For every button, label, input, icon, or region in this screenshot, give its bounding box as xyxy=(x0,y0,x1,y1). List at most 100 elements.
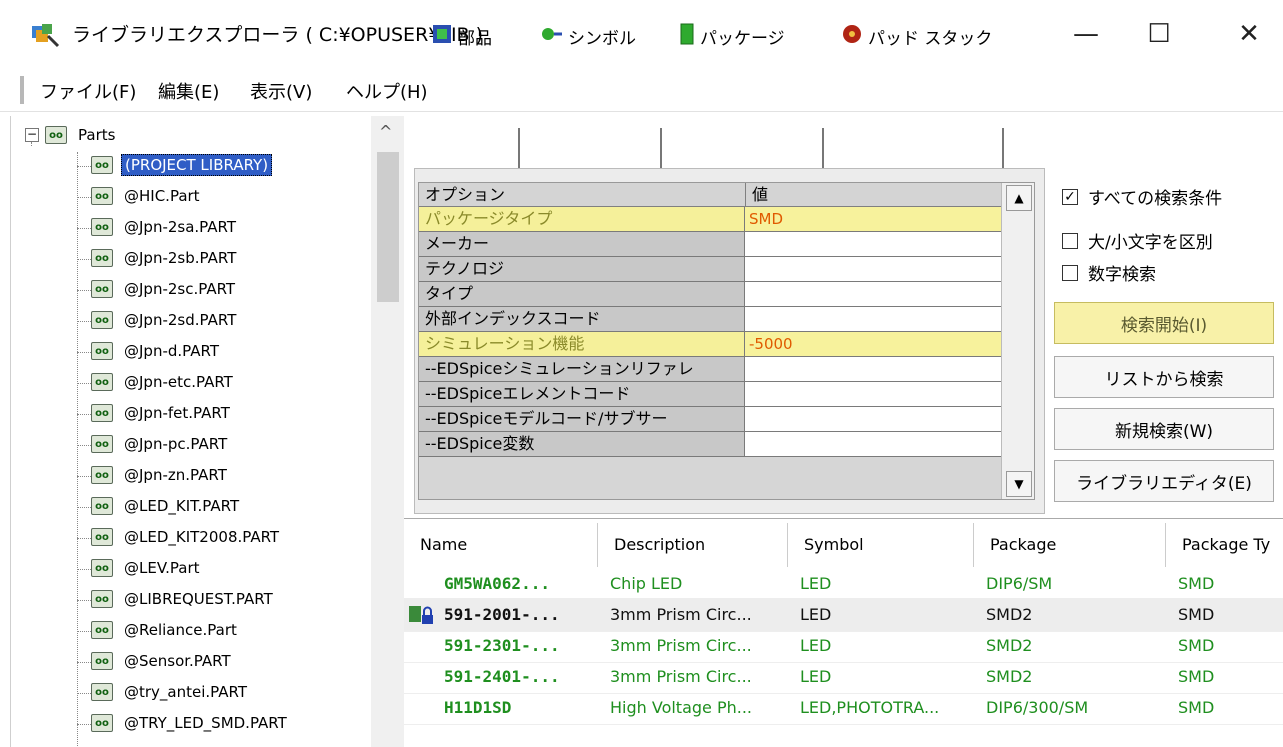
grid-option-value[interactable]: SMD xyxy=(745,207,1001,232)
tree-item[interactable]: oo @Jpn-2sa.PART xyxy=(91,214,239,240)
tree-item[interactable]: oo @TRY_LED_SMD.PART xyxy=(91,710,290,736)
tree-item[interactable]: oo @LIBREQUEST.PART xyxy=(91,586,276,612)
tree-item[interactable]: oo @HIC.Part xyxy=(91,183,203,209)
search-from-list-button[interactable]: リストから検索 xyxy=(1054,356,1274,398)
tab-padstack[interactable]: パッド スタック xyxy=(832,12,1002,60)
tree-root[interactable]: oo Parts xyxy=(45,122,118,148)
tree-item-label: @Jpn-2sa.PART xyxy=(124,218,237,236)
tree-collapse-toggle[interactable]: − xyxy=(25,128,39,142)
tree-item[interactable]: oo @Reliance.Part xyxy=(91,617,240,643)
tree-item[interactable]: oo @Jpn-2sb.PART xyxy=(91,245,239,271)
grid-option-value[interactable] xyxy=(745,432,1001,457)
tab-parts[interactable]: 部品 xyxy=(422,12,502,60)
column-header-package[interactable]: Package xyxy=(974,523,1166,567)
tree-connector xyxy=(77,383,91,384)
maximize-button[interactable]: ☐ xyxy=(1136,14,1182,54)
menu-view[interactable]: 表示(V) xyxy=(250,78,312,104)
list-row[interactable]: 591-2401-... 3mm Prism Circ... LED SMD2 SMD xyxy=(404,660,1283,694)
close-button[interactable]: ✕ xyxy=(1226,14,1272,54)
tree-item[interactable]: oo @Sensor.PART xyxy=(91,648,234,674)
tree-item[interactable]: oo @Jpn-2sc.PART xyxy=(91,276,238,302)
scroll-up-icon[interactable]: ^ xyxy=(379,122,392,141)
tree-item[interactable]: oo @Jpn-zn.PART xyxy=(91,462,230,488)
grid-row[interactable]: テクノロジ xyxy=(419,257,1001,282)
column-header-name[interactable]: Name xyxy=(404,523,598,567)
grid-row[interactable]: メーカー xyxy=(419,232,1001,257)
tree-item[interactable]: oo @LED_KIT2008.PART xyxy=(91,524,282,550)
grid-row[interactable]: 外部インデックスコード xyxy=(419,307,1001,332)
grid-row[interactable]: --EDSpiceシミュレーションリファレ xyxy=(419,357,1001,382)
numeric-search-checkbox[interactable]: 数字検索 xyxy=(1062,260,1156,285)
grid-option-value[interactable] xyxy=(745,407,1001,432)
tab-symbol[interactable]: シンボル xyxy=(530,12,646,60)
padstack-icon xyxy=(842,24,862,49)
new-search-button[interactable]: 新規検索(W) xyxy=(1054,408,1274,450)
list-row[interactable]: GM5WA062... Chip LED LED DIP6/SM SMD xyxy=(404,567,1283,601)
grid-option-value[interactable] xyxy=(745,282,1001,307)
grid-row[interactable]: --EDSpiceモデルコード/サブサー xyxy=(419,407,1001,432)
minimize-button[interactable]: — xyxy=(1063,14,1109,54)
tree-item[interactable]: oo @Jpn-d.PART xyxy=(91,338,222,364)
part-library-icon: oo xyxy=(91,342,113,360)
scroll-thumb[interactable] xyxy=(377,152,399,302)
menu-help[interactable]: ヘルプ(H) xyxy=(346,78,428,104)
tree-item[interactable]: oo @Jpn-pc.PART xyxy=(91,431,230,457)
grid-row[interactable]: --EDSpiceエレメントコード xyxy=(419,382,1001,407)
grid-option-value[interactable] xyxy=(745,232,1001,257)
checkbox-checked[interactable]: ✓ xyxy=(1062,188,1078,205)
tree-item[interactable]: oo (PROJECT LIBRARY) xyxy=(91,152,273,178)
part-library-icon: oo xyxy=(91,187,113,205)
column-header-description[interactable]: Description xyxy=(598,523,788,567)
tree-connector xyxy=(77,228,91,229)
grid-option-value[interactable] xyxy=(745,257,1001,282)
tree-item[interactable]: oo @LEV.Part xyxy=(91,555,203,581)
grid-option-value[interactable]: -5000 xyxy=(745,332,1001,357)
column-header-package-type[interactable]: Package Ty xyxy=(1166,523,1283,567)
grid-row[interactable]: パッケージタイプ SMD xyxy=(419,207,1001,232)
cell-symbol: LED xyxy=(800,667,832,686)
list-row[interactable]: H11D1SD High Voltage Ph... LED,PHOTOTRA...… xyxy=(404,691,1283,725)
column-header-symbol[interactable]: Symbol xyxy=(788,523,974,567)
parts-list[interactable]: Name Description Symbol Package Package … xyxy=(404,518,1283,747)
tree-item[interactable]: oo @try_antei.PART xyxy=(91,679,250,705)
menu-edit[interactable]: 編集(E) xyxy=(158,78,219,104)
search-options-grid[interactable]: オプション 値 パッケージタイプ SMD メーカー テクノロジ タイプ 外部インデックスコ… xyxy=(418,182,1035,500)
grid-header-value: 値 xyxy=(745,183,1001,207)
tab-separator xyxy=(518,128,520,168)
checkbox-unchecked[interactable] xyxy=(1062,264,1078,281)
checkbox-unchecked[interactable] xyxy=(1062,232,1078,249)
grid-scrollbar[interactable]: ▲ ▼ xyxy=(1001,183,1034,499)
tree-scrollbar[interactable]: ^ xyxy=(371,116,404,747)
tree-connector xyxy=(77,352,91,353)
cell-package-type: SMD xyxy=(1178,574,1215,593)
grid-row[interactable]: シミュレーション機能 -5000 xyxy=(419,332,1001,357)
tree-item[interactable]: oo @LED_KIT.PART xyxy=(91,493,242,519)
tree-item[interactable]: oo @Jpn-2sd.PART xyxy=(91,307,239,333)
tree-item-label: @Jpn-2sd.PART xyxy=(124,311,237,329)
tree-connector xyxy=(77,693,91,694)
grid-row[interactable]: タイプ xyxy=(419,282,1001,307)
grid-row[interactable]: --EDSpice変数 xyxy=(419,432,1001,457)
library-editor-button[interactable]: ライブラリエディタ(E) xyxy=(1054,460,1274,502)
part-library-icon: oo xyxy=(91,280,113,298)
case-sensitive-checkbox[interactable]: 大/小文字を区別 xyxy=(1062,228,1213,253)
part-library-icon: oo xyxy=(91,373,113,391)
menu-file[interactable]: ファイル(F) xyxy=(40,78,136,104)
tree-connector xyxy=(77,259,91,260)
grid-option-value[interactable] xyxy=(745,307,1001,332)
grid-option-name: シミュレーション機能 xyxy=(419,332,745,357)
tree-item[interactable]: oo @Jpn-fet.PART xyxy=(91,400,233,426)
part-library-icon: oo xyxy=(91,497,113,515)
grid-option-value[interactable] xyxy=(745,357,1001,382)
all-conditions-checkbox[interactable]: ✓ すべての検索条件 xyxy=(1062,184,1222,209)
tab-package[interactable]: パッケージ xyxy=(670,12,795,60)
library-tree[interactable]: − oo Parts oo (PROJECT LIBRARY) oo @HIC.Par… xyxy=(10,116,404,747)
tree-item[interactable]: oo @Jpn-etc.PART xyxy=(91,369,236,395)
scroll-up-icon[interactable]: ▲ xyxy=(1006,185,1032,211)
list-row[interactable]: 591-2301-... 3mm Prism Circ... LED SMD2 SMD xyxy=(404,629,1283,663)
list-row[interactable]: 591-2001-... 3mm Prism Circ... LED SMD2 SMD xyxy=(404,598,1283,632)
scroll-down-icon[interactable]: ▼ xyxy=(1006,471,1032,497)
start-search-button[interactable]: 検索開始(I) xyxy=(1054,302,1274,344)
grid-option-value[interactable] xyxy=(745,382,1001,407)
part-library-icon: oo xyxy=(91,683,113,701)
